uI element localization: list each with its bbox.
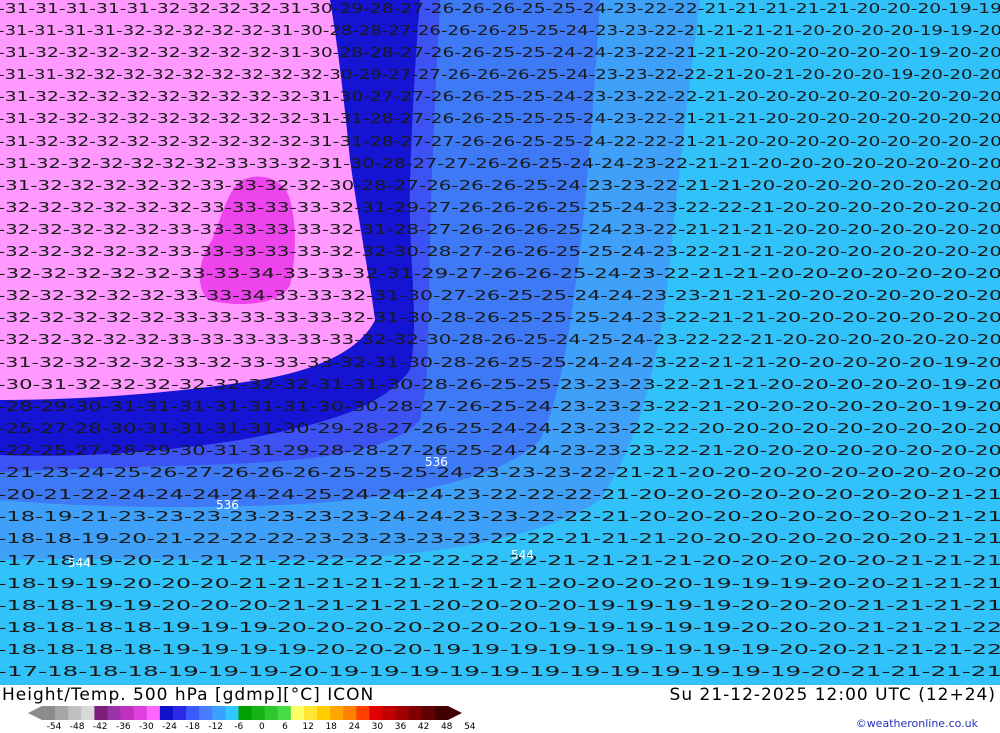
valid-time: Su 21-12-2025 12:00 UTC (12+24) xyxy=(669,685,996,705)
legend-swatch xyxy=(434,706,449,720)
temperature-row: -32-32-32-32-32-33-33-33-33-33-32-31-30-… xyxy=(0,311,1000,326)
temperature-row: -22-25-27-28-29-30-31-31-29-28-28-27-26-… xyxy=(0,444,1000,459)
temperature-row: -32-32-32-32-32-33-33-33-33-33-32-32-30-… xyxy=(0,245,1000,260)
legend-swatch xyxy=(343,706,357,720)
legend-tick-label: 0 xyxy=(259,722,265,732)
geopotential-label: 536 xyxy=(216,498,239,512)
legend-swatch xyxy=(94,706,108,720)
legend-tick-label: -30 xyxy=(139,722,154,732)
legend-swatch xyxy=(421,706,436,720)
legend-swatch xyxy=(42,706,56,720)
temperature-row: -17-18-19-20-21-21-21-22-22-22-22-22-22-… xyxy=(0,554,1000,569)
legend-tick-label: 42 xyxy=(417,722,430,732)
legend-swatch xyxy=(251,706,266,720)
temperature-row: -21-23-24-25-26-27-26-26-26-25-25-25-24-… xyxy=(0,466,1000,481)
legend-arrow-right xyxy=(448,706,462,720)
temperature-row: -32-32-32-32-32-33-33-34-33-33-32-31-30-… xyxy=(0,289,1000,304)
legend-ticks: -54 -48 -42 -36 -30 -24 -18 -12 -6 0 6 12 18 24 30 36 42… xyxy=(30,722,476,733)
legend-swatch xyxy=(225,706,239,720)
legend-swatch xyxy=(186,706,200,720)
temperature-row: -31-32-32-32-32-32-32-32-32-31-30-28-28-… xyxy=(0,46,1000,61)
temperature-map: -31-31-31-31-31-32-32-32-32-31-30-29-28-… xyxy=(0,0,1000,685)
legend-swatch xyxy=(408,706,423,720)
legend-swatch xyxy=(199,706,213,720)
temperature-row: -31-31-32-32-32-32-32-32-32-32-32-30-29-… xyxy=(0,68,1000,83)
color-legend xyxy=(28,706,462,720)
temperature-row: -31-32-32-32-32-32-32-33-33-32-31-30-28-… xyxy=(0,157,1000,172)
temperature-row: -31-32-32-32-32-32-33-33-32-32-30-28-27-… xyxy=(0,179,1000,194)
temperature-row: -28-29-30-31-31-31-31-31-31-30-30-28-27-… xyxy=(0,400,1000,415)
temperature-row: -18-18-18-18-19-19-19-19-20-20-20-19-19-… xyxy=(0,643,1000,658)
temperature-row: -31-31-31-31-32-32-32-32-32-31-30-28-28-… xyxy=(0,24,1000,39)
legend-swatch xyxy=(146,706,161,720)
map-title: Height/Temp. 500 hPa [gdmp][°C] ICON xyxy=(2,685,375,705)
temperature-row: -32-32-32-32-32-32-33-33-33-33-32-31-29-… xyxy=(0,201,1000,216)
legend-tick-label: 12 xyxy=(302,722,314,732)
legend-swatch xyxy=(120,706,135,720)
legend-tick-label: -42 xyxy=(92,722,108,732)
legend-swatch xyxy=(81,706,95,720)
temperature-row: -17-18-18-18-19-19-19-20-19-19-19-19-19-… xyxy=(0,665,1000,680)
legend-tick-label: 30 xyxy=(371,722,384,732)
temperature-labels: -31-31-31-31-31-32-32-32-32-31-30-29-28-… xyxy=(0,2,1000,680)
temperature-row: -32-32-32-32-32-33-33-33-33-33-32-31-28-… xyxy=(0,223,1000,238)
temperature-row: -25-27-28-30-31-31-31-31-30-29-28-27-26-… xyxy=(0,422,1000,437)
legend-arrow-left xyxy=(28,706,42,720)
temperature-row: -31-31-31-31-31-32-32-32-32-31-30-29-28-… xyxy=(0,2,1000,17)
legend-swatch xyxy=(172,706,187,720)
legend-swatch xyxy=(369,706,384,720)
legend-swatch xyxy=(55,706,69,720)
legend-swatch xyxy=(303,706,318,720)
legend-swatch xyxy=(159,706,174,720)
temperature-row: -30-31-32-32-32-32-32-32-32-31-31-30-28-… xyxy=(0,378,1000,393)
geopotential-label: 544 xyxy=(68,556,91,570)
legend-swatch xyxy=(395,706,410,720)
legend-tick-label: 24 xyxy=(348,722,361,732)
legend-swatch xyxy=(238,706,253,720)
temperature-row: -31-32-32-32-32-32-32-32-32-32-31-30-27-… xyxy=(0,90,1000,105)
temperature-row: -31-32-32-32-32-32-32-32-32-32-31-31-28-… xyxy=(0,112,1000,127)
map-footer: Height/Temp. 500 hPa [gdmp][°C] ICON Su … xyxy=(0,685,1000,733)
temperature-row: -18-19-19-20-20-20-21-21-21-21-21-21-21-… xyxy=(0,577,1000,592)
temperature-row: -32-32-32-32-32-33-33-33-33-33-33-32-32-… xyxy=(0,333,1000,348)
legend-swatch xyxy=(290,706,305,720)
legend-swatch xyxy=(277,706,292,720)
geopotential-label: 544 xyxy=(511,548,534,562)
legend-swatch xyxy=(133,706,148,720)
legend-swatch xyxy=(212,706,226,720)
temperature-row: -18-18-19-20-21-22-22-22-23-23-23-23-23-… xyxy=(0,532,1000,547)
legend-tick-label: 36 xyxy=(394,722,407,732)
legend-swatch xyxy=(264,706,279,720)
legend-tick-label: -48 xyxy=(69,722,85,732)
temperature-row: -20-21-22-24-24-24-24-24-25-24-24-24-23-… xyxy=(0,488,1000,503)
legend-swatch xyxy=(107,706,122,720)
legend-tick-label: -54 xyxy=(46,722,62,732)
legend-tick-label: 6 xyxy=(282,722,288,732)
legend-swatch xyxy=(356,706,370,720)
legend-swatch xyxy=(317,706,331,720)
temperature-row: -31-32-32-32-32-33-32-33-33-33-32-31-30-… xyxy=(0,356,1000,371)
temperature-row: -18-19-21-23-23-23-23-23-23-23-24-24-23-… xyxy=(0,510,1000,525)
credit-link[interactable]: ©weatheronline.co.uk xyxy=(856,717,978,730)
legend-tick-label: 54 xyxy=(464,722,476,732)
temperature-row: -32-32-32-32-32-33-33-34-33-33-32-31-29-… xyxy=(0,267,1000,282)
weather-map-page: -31-31-31-31-31-32-32-32-32-31-30-29-28-… xyxy=(0,0,1000,733)
legend-tick-label: -36 xyxy=(115,722,131,732)
legend-swatch xyxy=(330,706,344,720)
legend-tick-label: 18 xyxy=(325,722,337,732)
legend-tick-label: 48 xyxy=(440,722,453,732)
legend-swatch xyxy=(68,706,82,720)
legend-tick-label: -6 xyxy=(234,722,244,732)
temperature-row: -18-18-18-18-19-19-19-20-20-20-20-20-20-… xyxy=(0,621,1000,636)
geopotential-label: 536 xyxy=(425,455,448,469)
legend-swatch xyxy=(382,706,397,720)
legend-tick-label: -18 xyxy=(185,722,200,732)
legend-tick-label: -24 xyxy=(162,722,177,732)
temperature-row: -31-32-32-32-32-32-32-32-32-32-31-31-28-… xyxy=(0,135,1000,150)
legend-tick-label: -12 xyxy=(208,722,224,732)
temperature-row: -18-18-19-19-20-20-20-21-21-21-21-20-20-… xyxy=(0,599,1000,614)
